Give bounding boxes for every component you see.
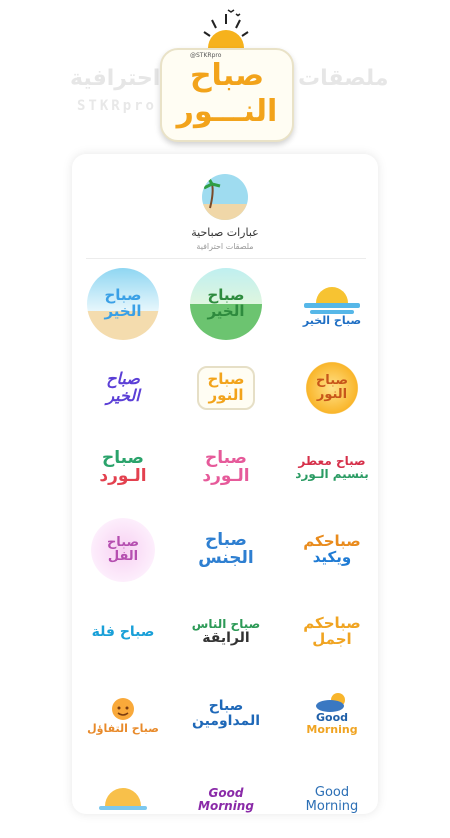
sticker-rose[interactable]: صباح الـورد bbox=[81, 430, 165, 506]
sticker-sunburst[interactable]: صباحكم ويكيد bbox=[290, 512, 374, 588]
sticker-pink-flower[interactable]: صباح الـورد bbox=[184, 430, 268, 506]
sticker-line2: Morning bbox=[305, 799, 359, 814]
sticker-line1: صباح bbox=[315, 373, 349, 389]
sticker-sunrise-sea[interactable]: صباح الخير bbox=[290, 266, 374, 342]
sticker-tulip-text[interactable]: صباح معطر بنسيم الـورد bbox=[290, 430, 374, 506]
sticker-line2: صباح التفاؤل bbox=[87, 722, 159, 736]
sticker-line2: صباح الخير bbox=[302, 314, 362, 328]
sticker-line2: المداومين bbox=[191, 713, 260, 729]
sticker-fireworks[interactable]: صباح الجنس bbox=[184, 512, 268, 588]
sticker-good-morning[interactable]: Good Morning bbox=[184, 762, 268, 838]
sticker-line2: صباح فلة bbox=[91, 623, 155, 640]
sticker-orange-sun[interactable]: صباح النور bbox=[290, 350, 374, 426]
sticker-ajmal[interactable]: صباحكم اجمل bbox=[290, 594, 374, 670]
sticker-line2: الـورد bbox=[99, 466, 147, 486]
sticker-sun-logo[interactable]: صباح النور bbox=[184, 350, 268, 426]
sticker-jasmine[interactable]: صباح فلة bbox=[81, 594, 165, 670]
sticker-line2: الفل bbox=[107, 549, 139, 564]
sticker-line2: الـورد bbox=[202, 466, 250, 486]
sticker-lotus[interactable]: صباح الفل bbox=[81, 512, 165, 588]
sticker-line2: Morning bbox=[306, 723, 358, 736]
sticker-line2: الرايقة bbox=[202, 629, 250, 646]
sticker-line2: الخير bbox=[106, 386, 140, 405]
sticker-optimism[interactable]: صباح التفاؤل bbox=[81, 676, 165, 752]
sun-face-icon bbox=[112, 698, 134, 721]
sticker-line2: ويكيد bbox=[312, 548, 352, 566]
sticker-line2: اجمل bbox=[312, 630, 352, 648]
sunset-icon bbox=[99, 788, 147, 810]
sticker-line2: النور bbox=[316, 387, 348, 402]
sticker-line1: صباح bbox=[208, 698, 244, 715]
sticker-line2: Good Morning bbox=[198, 786, 254, 813]
sticker-green-hills[interactable]: صباح الخير bbox=[184, 266, 268, 342]
sticker-cloud[interactable]: Good Morning bbox=[290, 676, 374, 752]
sun-sea-icon bbox=[304, 287, 360, 315]
sticker-line2: الخير bbox=[207, 302, 245, 320]
sticker-line2: الجنس bbox=[198, 548, 254, 568]
sticker-beach[interactable]: صباح الخير bbox=[81, 266, 165, 342]
sticker-line2: الخير bbox=[104, 302, 142, 320]
sticker-coffee[interactable]: صباح الخير bbox=[81, 350, 165, 426]
sticker-grid: صباح الخير صباح الخير صباح الخير صباح ال… bbox=[0, 0, 450, 813]
sticker-coffee-good[interactable]: Good Morning bbox=[290, 762, 374, 838]
sticker-line2: بنسيم الـورد bbox=[295, 467, 369, 481]
cloud-sun-icon bbox=[316, 693, 345, 713]
sticker-line2: النور bbox=[208, 386, 244, 404]
sticker-workers[interactable]: صباح المداومين bbox=[184, 676, 268, 752]
sticker-line1: صباح bbox=[106, 535, 140, 551]
sticker-sunset[interactable] bbox=[81, 758, 165, 834]
sticker-line1: Good bbox=[314, 785, 350, 801]
sticker-people[interactable]: صباح الناس الرايقة bbox=[184, 594, 268, 670]
